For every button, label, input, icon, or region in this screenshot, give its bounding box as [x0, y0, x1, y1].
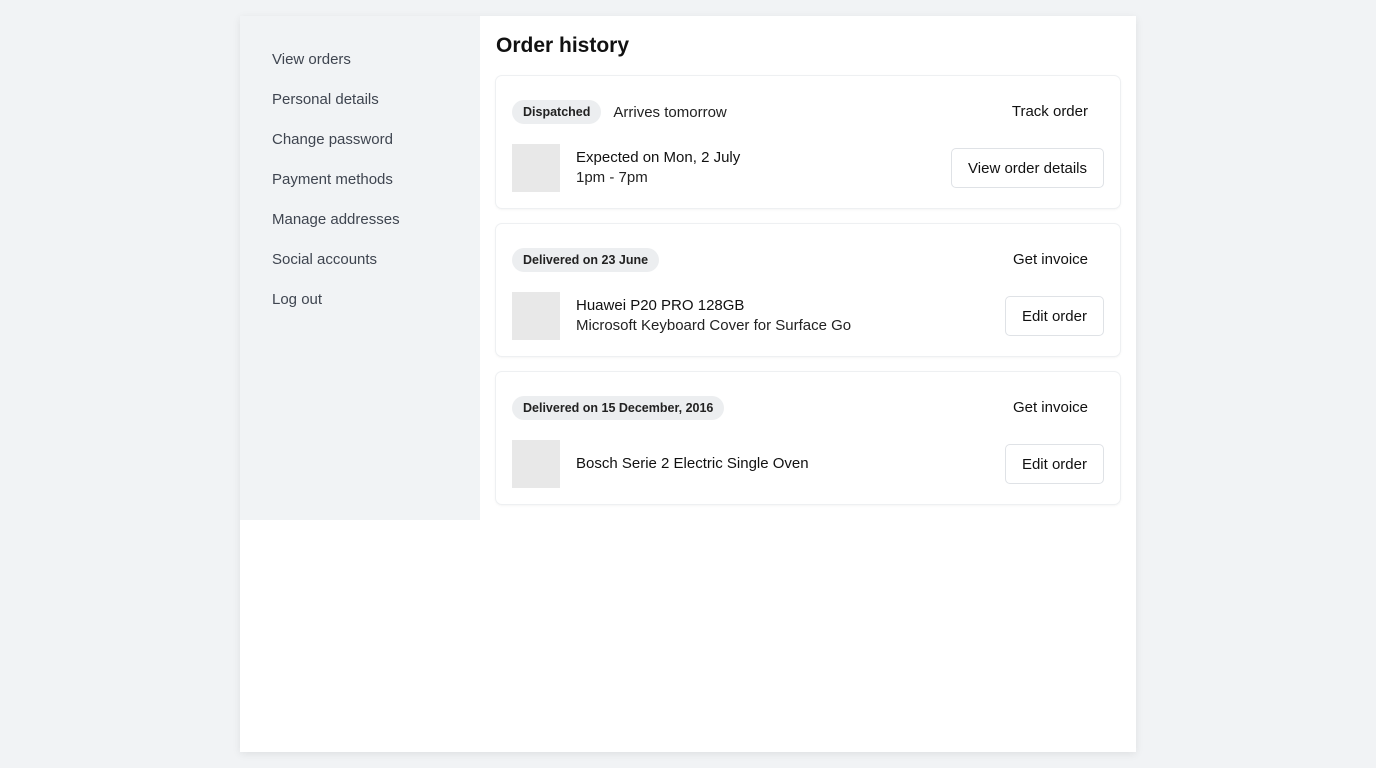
account-panel: View orders Personal details Change pass…: [240, 16, 1136, 752]
status-badge: Dispatched: [512, 100, 602, 124]
product-thumbnail: [512, 144, 560, 192]
arrival-text: Arrives tomorrow: [613, 103, 727, 121]
sidebar-item-view-orders[interactable]: View orders: [240, 40, 480, 80]
order-body: Bosch Serie 2 Electric Single Oven Edit …: [512, 440, 1104, 488]
sidebar-item-manage-addresses[interactable]: Manage addresses: [240, 200, 480, 240]
sidebar-link[interactable]: Payment methods: [272, 171, 393, 188]
order-body: Huawei P20 PRO 128GB Microsoft Keyboard …: [512, 292, 1104, 340]
sidebar-link[interactable]: Log out: [272, 291, 322, 308]
sidebar-item-change-password[interactable]: Change password: [240, 120, 480, 160]
get-invoice-button[interactable]: Get invoice: [997, 248, 1104, 272]
order-detail-line2: 1pm - 7pm: [576, 169, 648, 186]
view-order-details-button[interactable]: View order details: [951, 148, 1104, 188]
sidebar-nav: View orders Personal details Change pass…: [240, 16, 480, 320]
order-details: Huawei P20 PRO 128GB Microsoft Keyboard …: [576, 296, 851, 336]
order-details: Bosch Serie 2 Electric Single Oven: [576, 454, 809, 474]
page-title: Order history: [496, 34, 630, 57]
product-thumbnail: [512, 292, 560, 340]
sidebar-link[interactable]: Manage addresses: [272, 211, 400, 228]
sidebar-link[interactable]: Change password: [272, 131, 393, 148]
sidebar-item-log-out[interactable]: Log out: [240, 280, 480, 320]
order-header: Delivered on 15 December, 2016 Get invoi…: [512, 396, 1104, 420]
order-detail-line1: Expected on Mon, 2 July: [576, 149, 741, 166]
order-header: Delivered on 23 June Get invoice: [512, 248, 1104, 272]
main-content: Order history Dispatched Arrives tomorro…: [480, 16, 1136, 504]
edit-order-button[interactable]: Edit order: [1004, 444, 1104, 484]
track-order-button[interactable]: Track order: [996, 100, 1104, 124]
order-body: Expected on Mon, 2 July 1pm - 7pm View o…: [512, 144, 1104, 192]
order-details: Expected on Mon, 2 July 1pm - 7pm: [576, 148, 740, 188]
edit-order-button[interactable]: Edit order: [1004, 296, 1104, 336]
order-detail-line1: Huawei P20 PRO 128GB: [576, 297, 745, 314]
sidebar-link[interactable]: View orders: [272, 51, 351, 68]
order-detail-line1: Bosch Serie 2 Electric Single Oven: [576, 455, 809, 472]
status-badge: Delivered on 23 June: [512, 248, 660, 272]
sidebar: View orders Personal details Change pass…: [240, 16, 480, 520]
product-thumbnail: [512, 440, 560, 488]
sidebar-item-social-accounts[interactable]: Social accounts: [240, 240, 480, 280]
sidebar-item-personal-details[interactable]: Personal details: [240, 80, 480, 120]
sidebar-item-payment-methods[interactable]: Payment methods: [240, 160, 480, 200]
order-card: Delivered on 15 December, 2016 Get invoi…: [496, 372, 1120, 504]
order-card: Dispatched Arrives tomorrow Track order …: [496, 76, 1120, 208]
sidebar-link[interactable]: Social accounts: [272, 251, 377, 268]
status-badge: Delivered on 15 December, 2016: [512, 396, 725, 420]
order-header: Dispatched Arrives tomorrow Track order: [512, 100, 1104, 124]
get-invoice-button[interactable]: Get invoice: [997, 396, 1104, 420]
order-detail-line2: Microsoft Keyboard Cover for Surface Go: [576, 317, 852, 334]
order-card: Delivered on 23 June Get invoice Huawei …: [496, 224, 1120, 356]
sidebar-link[interactable]: Personal details: [272, 91, 379, 108]
